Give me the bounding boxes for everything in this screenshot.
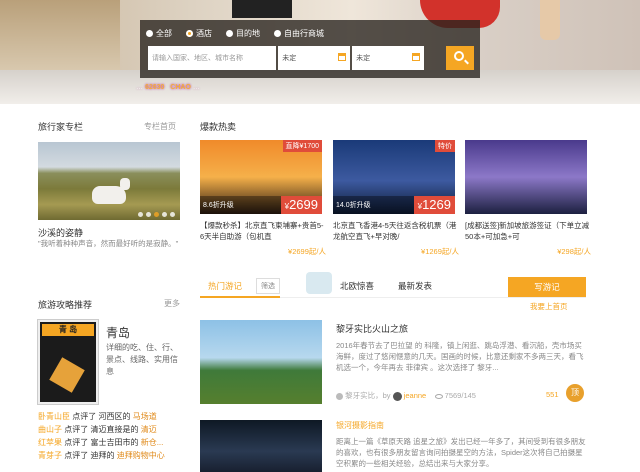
deal-image[interactable] <box>465 140 587 214</box>
deal-per-person-price: ¥2699起/人 <box>288 247 326 256</box>
post-thumbnail[interactable] <box>200 420 322 472</box>
post-views: 7569/145 <box>444 391 476 400</box>
deal-image[interactable]: 特价 14.0折升级 ¥1269 <box>333 140 455 214</box>
deal-tag: 特价 <box>435 140 455 152</box>
post-thumbnail[interactable] <box>200 320 322 404</box>
travel-column-title: 旅行家专栏 <box>38 122 84 132</box>
recent-comments-list: 卧青山臣 点评了 河西区的 马场道 曲山子 点评了 清迈直接是的 清迈 红苹果 … <box>38 410 188 462</box>
deal-price: ¥1269 <box>413 196 455 214</box>
deal-description[interactable]: 【爆款秒杀】北京直飞柬埔寨+贵首5-6天半自助游（包机直 <box>200 220 326 242</box>
radio-icon <box>146 30 153 37</box>
deal-image[interactable]: 直降¥1700 8.6折升级 ¥2699 <box>200 140 322 214</box>
carousel-dot[interactable] <box>170 212 175 217</box>
search-tab-all[interactable]: 全部 <box>146 28 172 39</box>
deal-discount: 14.0折升级 <box>336 202 371 209</box>
hero-banner: 全部 酒店 目的地 自由行商城 请输入国家、地区、城市名称 未定 未定 … 62… <box>0 0 640 104</box>
deal-card[interactable]: [成都送签]新加坡旅游签证（下单立减50本+可加急+可 ¥298起/人 <box>465 140 591 257</box>
guide-section-title: 旅游攻略推荐 <box>38 300 93 310</box>
checkout-date-field[interactable]: 未定 <box>352 46 424 70</box>
author-avatar[interactable] <box>392 391 402 401</box>
carousel-dot[interactable] <box>162 212 167 217</box>
search-tab-destination[interactable]: 目的地 <box>226 28 260 39</box>
deal-price: ¥2699 <box>280 196 322 214</box>
column-article-quote: "我听着种种声音，然而最好听的是寂静。" <box>38 239 179 248</box>
search-tab-mall[interactable]: 自由行商城 <box>274 28 324 39</box>
deal-tag: 直降¥1700 <box>282 140 322 152</box>
search-tab-hotel[interactable]: 酒店 <box>186 28 212 39</box>
deal-description[interactable]: [成都送签]新加坡旅游签证（下单立减50本+可加急+可 <box>465 220 591 242</box>
eye-icon <box>434 393 443 399</box>
goat-figure <box>92 178 130 204</box>
carousel-dots <box>138 212 175 217</box>
carousel-dot[interactable] <box>146 212 151 217</box>
search-button[interactable] <box>446 46 474 70</box>
post-title[interactable]: 银河摄影指南 <box>336 420 384 431</box>
top-badge[interactable]: 顶 <box>566 384 584 402</box>
search-fields: 请输入国家、地区、城市名称 未定 未定 <box>148 46 424 70</box>
checkin-date-field[interactable]: 未定 <box>278 46 351 70</box>
search-icon <box>454 51 464 61</box>
mascot-icon <box>306 272 332 294</box>
hero-photo-leg <box>540 0 560 40</box>
post-author[interactable]: jeanne <box>404 391 427 400</box>
hero-ticker: … 62630 CHAO … <box>136 84 200 91</box>
deal-card[interactable]: 特价 14.0折升级 ¥1269 北京直飞香港4-5天往返含税机票（港龙航空直飞… <box>333 140 459 257</box>
tab-hot-travelogues[interactable]: 热门游记 <box>208 280 242 292</box>
post-excerpt: 2016年春节去了巴拉望 的 科隆，镇上闲逛、跳岛浮潜、看沉船，壳市场买海鲜，度… <box>336 341 584 372</box>
hero-photo-figure <box>232 0 292 18</box>
radio-icon <box>274 30 281 37</box>
hot-sale-title: 爆款热卖 <box>200 122 237 132</box>
post-title[interactable]: 黎牙实比火山之旅 <box>336 322 408 335</box>
book-cover-graphic <box>49 357 85 393</box>
search-type-tabs: 全部 酒店 目的地 自由行商城 <box>146 28 324 39</box>
deal-discount: 8.6折升级 <box>203 202 234 209</box>
deal-description[interactable]: 北京直飞香港4-5天往返含税机票（港龙航空直飞+早对晚/ <box>333 220 459 242</box>
carousel-dot-active[interactable] <box>154 212 159 217</box>
calendar-icon <box>338 53 347 61</box>
submit-to-homepage-link[interactable]: 我要上首页 <box>530 301 568 312</box>
deal-per-person-price: ¥1269起/人 <box>421 247 459 256</box>
radio-selected-icon <box>186 30 193 37</box>
post-excerpt: 距离上一篇《草原天路 追星之旅》发出已经一年多了，其间受到有很多朋友的喜欢，也有… <box>336 437 586 468</box>
search-panel: 全部 酒店 目的地 自由行商城 请输入国家、地区、城市名称 未定 未定 <box>140 20 480 78</box>
tab-nordic-surprise[interactable]: 北欧惊喜 <box>340 280 374 292</box>
write-travelogue-button[interactable]: 写游记 <box>508 277 586 297</box>
comment-item: 青芽子 点评了 迪拜的 迪拜购物中心 <box>38 451 165 460</box>
guide-book-description: 详细的吃、住、行、景点、线路、实用信息 <box>106 343 178 376</box>
comment-item: 卧青山臣 点评了 河西区的 马场道 <box>38 412 157 421</box>
radio-icon <box>226 30 233 37</box>
deal-card[interactable]: 直降¥1700 8.6折升级 ¥2699 【爆款秒杀】北京直飞柬埔寨+贵首5-6… <box>200 140 326 257</box>
comment-item: 红苹果 点评了 富士吉田市的 新仓... <box>38 438 164 447</box>
guide-book-name[interactable]: 青岛 <box>106 324 130 341</box>
book-cover-title: 青 岛 <box>42 324 94 336</box>
filter-dropdown[interactable]: 筛选 <box>256 278 280 294</box>
tab-latest[interactable]: 最新发表 <box>398 280 432 292</box>
travel-column-more-link[interactable]: 专栏首页 <box>144 121 176 132</box>
post-likes: 551 <box>546 390 559 399</box>
destination-input[interactable]: 请输入国家、地区、城市名称 <box>148 46 277 70</box>
hero-photo-door <box>0 0 120 70</box>
guide-book-cover[interactable]: 青 岛 <box>38 320 98 404</box>
travel-column-photo[interactable] <box>38 142 180 220</box>
active-tab-underline <box>200 296 280 298</box>
carousel-dot[interactable] <box>138 212 143 217</box>
deal-per-person-price: ¥298起/人 <box>557 247 591 256</box>
comment-item: 曲山子 点评了 清迈直接是的 清迈 <box>38 425 157 434</box>
location-pin-icon <box>336 392 343 400</box>
guide-more-link[interactable]: 更多 <box>164 298 180 309</box>
calendar-icon <box>412 53 420 61</box>
